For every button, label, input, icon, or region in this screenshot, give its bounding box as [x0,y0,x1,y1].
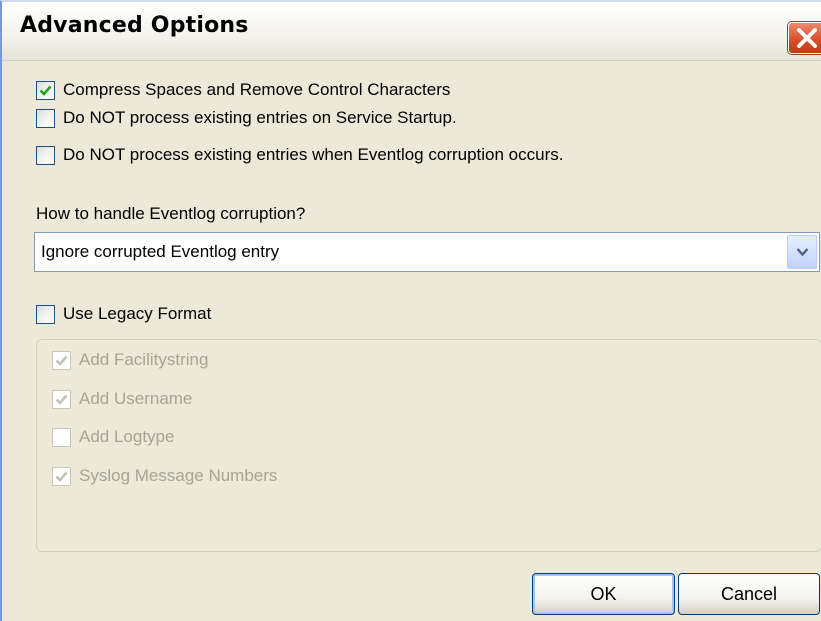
checkbox [52,466,71,486]
option-skip-startup[interactable]: Do NOT process existing entries on Servi… [36,106,457,130]
option-add-logtype: Add Logtype [52,425,174,449]
checkbox-label: Add Logtype [79,427,175,446]
checkbox-label: Add Facilitystring [79,350,209,369]
checkbox-label: Use Legacy Format [63,304,212,323]
checkmark-icon [39,85,52,96]
close-button[interactable] [788,22,821,54]
checkmark-icon [55,471,68,482]
option-add-username: Add Username [52,387,192,411]
cancel-button[interactable]: Cancel [678,573,820,615]
checkmark-icon [55,355,68,366]
close-icon [797,28,817,48]
checkbox[interactable] [36,145,55,165]
option-syslog-message-numbers: Syslog Message Numbers [52,464,277,488]
checkbox[interactable] [36,108,55,128]
dropdown-button[interactable] [787,235,817,269]
corruption-selected-value: Ignore corrupted Eventlog entry [41,242,280,261]
checkmark-icon [55,394,68,405]
checkbox [52,389,71,409]
option-compress-spaces[interactable]: Compress Spaces and Remove Control Chara… [36,78,450,102]
checkbox[interactable] [36,80,55,100]
corruption-label: How to handle Eventlog corruption? [36,204,306,223]
advanced-options-dialog: Advanced Options Compress Spaces and Rem… [0,0,821,621]
chevron-down-icon [796,248,809,257]
title-bar[interactable]: Advanced Options [2,2,821,61]
checkbox-label: Syslog Message Numbers [79,466,278,485]
checkbox-label: Add Username [79,389,193,408]
option-add-facilitystring: Add Facilitystring [52,348,208,372]
dialog-title: Advanced Options [20,13,249,38]
option-skip-corruption[interactable]: Do NOT process existing entries when Eve… [36,143,563,167]
checkbox-label: Compress Spaces and Remove Control Chara… [63,80,451,99]
corruption-select[interactable]: Ignore corrupted Eventlog entry [34,232,820,272]
checkbox[interactable] [36,304,55,324]
ok-button[interactable]: OK [532,573,675,615]
checkbox-label: Do NOT process existing entries on Servi… [63,108,457,127]
checkbox [52,427,71,447]
option-use-legacy-format[interactable]: Use Legacy Format [36,302,211,326]
checkbox [52,350,71,370]
checkbox-label: Do NOT process existing entries when Eve… [63,145,564,164]
